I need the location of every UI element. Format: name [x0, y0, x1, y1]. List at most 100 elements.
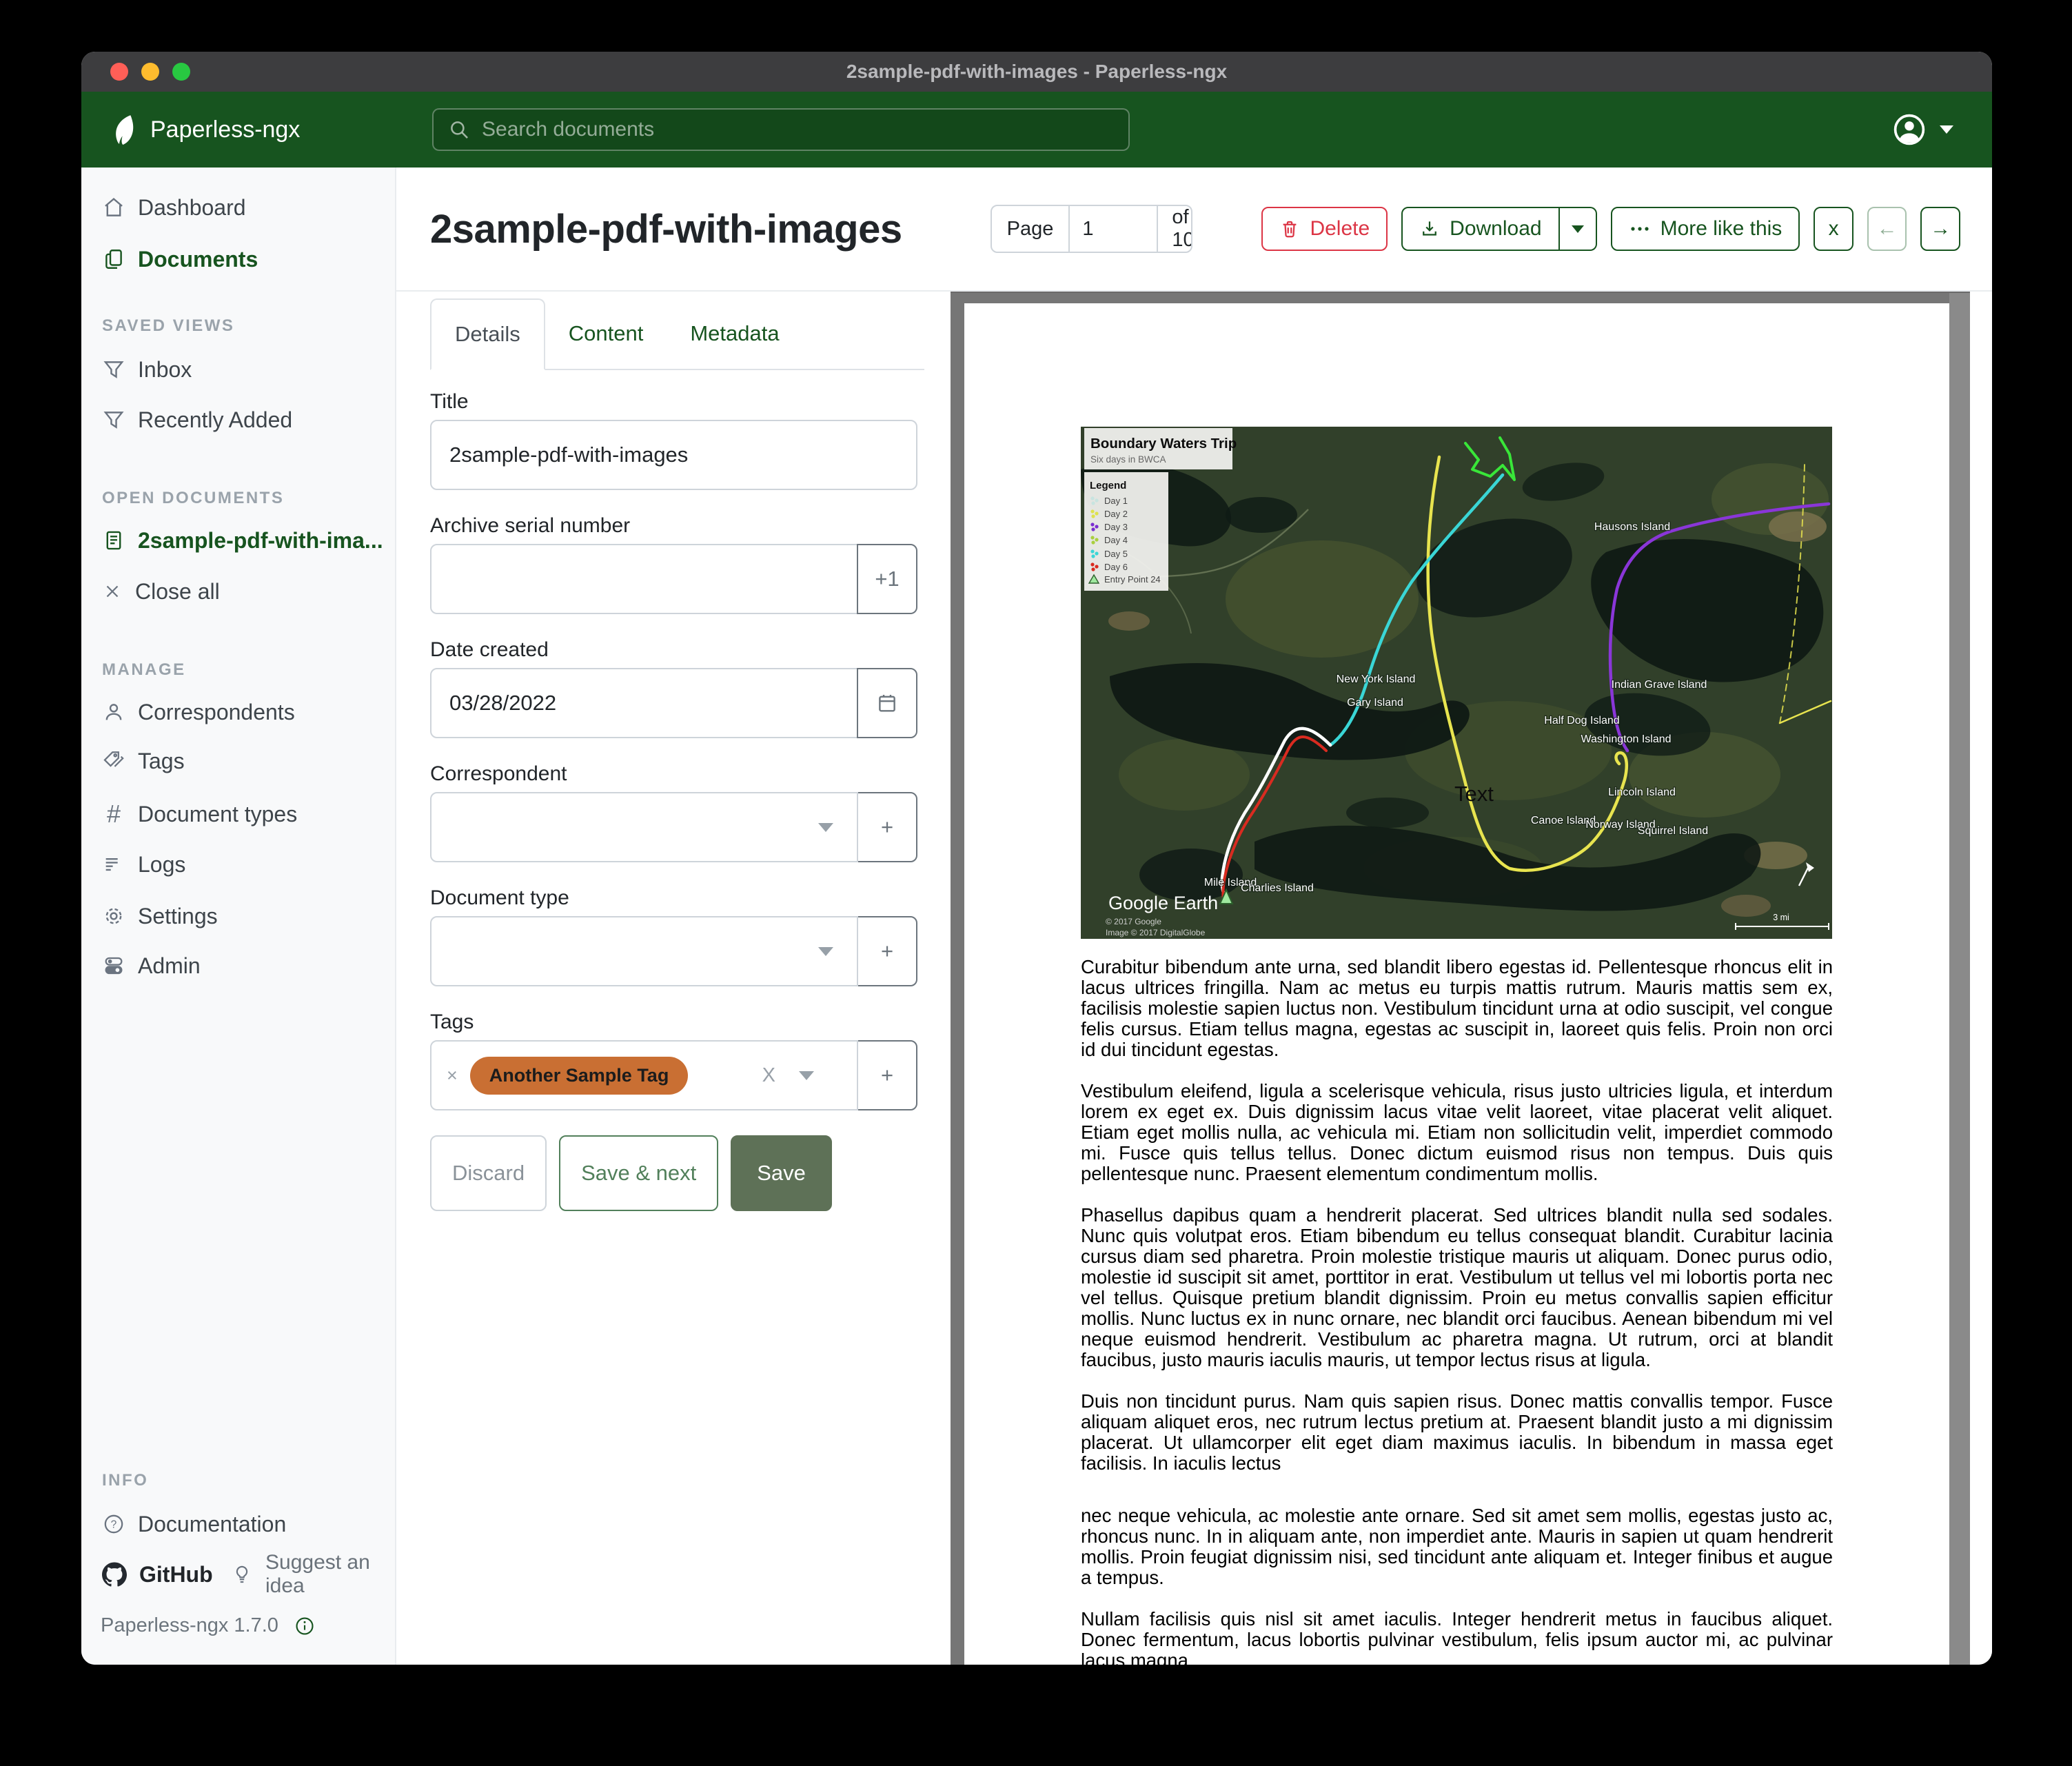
sidebar-item-settings[interactable]: Settings	[102, 900, 218, 933]
sidebar-item-close-all[interactable]: Close all	[102, 575, 220, 608]
map-legend: Legend Day 1 Day 2 Day 3 Day 4 Day 5 Day…	[1084, 472, 1168, 591]
svg-text:Hausons Island: Hausons Island	[1594, 521, 1670, 533]
clear-tags-icon[interactable]: X	[762, 1064, 775, 1087]
add-tag-button[interactable]: +	[857, 1040, 917, 1110]
more-like-this-button[interactable]: More like this	[1611, 207, 1800, 251]
correspondent-select[interactable]	[430, 792, 858, 862]
leaf-logo-icon	[110, 114, 138, 145]
zoom-window-button[interactable]	[172, 63, 190, 81]
date-created-input[interactable]	[430, 668, 858, 738]
download-icon	[1419, 219, 1440, 239]
tab-content[interactable]: Content	[545, 298, 667, 369]
document-type-select[interactable]	[430, 916, 858, 986]
sidebar-item-label: Tags	[138, 749, 185, 774]
sidebar-item-dashboard[interactable]: Dashboard	[102, 191, 246, 224]
close-window-button[interactable]	[110, 63, 128, 81]
sidebar-heading-open-documents: OPEN DOCUMENTS	[102, 489, 284, 508]
title-input[interactable]	[430, 420, 917, 490]
tag-chip[interactable]: Another Sample Tag	[470, 1057, 689, 1095]
documents-icon	[102, 247, 125, 271]
previous-page-button[interactable]: ←	[1867, 207, 1907, 251]
delete-label: Delete	[1310, 217, 1370, 241]
app-window: 2sample-pdf-with-images - Paperless-ngx …	[81, 52, 1992, 1665]
info-circle-icon[interactable]	[294, 1615, 316, 1637]
tags-select[interactable]: × Another Sample Tag X	[430, 1040, 858, 1110]
pdf-viewer[interactable]: Hausons Island New York Island Gary Isla…	[951, 292, 1970, 1665]
sidebar-heading-info: INFO	[102, 1471, 148, 1490]
pdf-paragraph: Curabitur bibendum ante urna, sed blandi…	[1081, 957, 1833, 1060]
sidebar-item-recently-added[interactable]: Recently Added	[102, 403, 292, 436]
page-number-input[interactable]	[1070, 206, 1157, 252]
svg-text:Lincoln Island: Lincoln Island	[1608, 786, 1676, 798]
remove-tag-icon[interactable]: ×	[447, 1065, 458, 1086]
user-menu-button[interactable]	[1891, 92, 1953, 168]
sidebar-item-documents[interactable]: Documents	[102, 243, 258, 276]
sidebar-item-inbox[interactable]: Inbox	[102, 353, 192, 386]
asn-field-label: Archive serial number	[430, 514, 917, 538]
sidebar-item-correspondents[interactable]: Correspondents	[102, 696, 295, 729]
page-label: Page	[992, 206, 1070, 252]
tab-bar: Details Content Metadata	[430, 298, 924, 370]
viewer-scrollbar[interactable]	[1949, 293, 1970, 1665]
brand[interactable]: Paperless-ngx	[110, 114, 300, 145]
dots-icon	[1629, 224, 1651, 234]
search-icon	[447, 118, 471, 141]
lightbulb-icon	[231, 1563, 253, 1585]
download-button[interactable]: Download	[1401, 207, 1559, 251]
tab-details[interactable]: Details	[430, 298, 545, 370]
sidebar-item-documentation[interactable]: ? Documentation	[102, 1508, 286, 1541]
question-circle-icon: ?	[102, 1512, 125, 1536]
tags-label: Tags	[430, 1010, 917, 1035]
close-document-button[interactable]: x	[1814, 207, 1853, 251]
version-label: Paperless-ngx 1.7.0	[101, 1614, 278, 1637]
add-correspondent-button[interactable]: +	[857, 792, 917, 862]
sidebar-item-logs[interactable]: Logs	[102, 848, 185, 881]
sidebar-heading-manage: MANAGE	[102, 660, 186, 680]
sidebar-item-label: Documentation	[138, 1512, 286, 1537]
sidebar-item-tags[interactable]: Tags	[102, 744, 185, 778]
calendar-icon	[875, 691, 899, 715]
arrow-left-icon: ←	[1877, 217, 1898, 241]
svg-text:Indian Grave Island: Indian Grave Island	[1612, 679, 1707, 691]
date-created-label: Date created	[430, 638, 917, 662]
asn-input[interactable]	[430, 544, 858, 614]
chevron-down-icon	[1940, 125, 1953, 134]
download-options-button[interactable]	[1560, 207, 1597, 251]
svg-text:Day 1: Day 1	[1104, 496, 1128, 506]
calendar-button[interactable]	[857, 668, 917, 738]
sidebar-item-github[interactable]: GitHub	[102, 1558, 213, 1591]
add-document-type-button[interactable]: +	[857, 916, 917, 986]
pdf-paragraph: Nullam facilisis quis nisl sit amet iacu…	[1081, 1609, 1833, 1665]
map-scale: 3 mi	[1773, 913, 1789, 922]
sidebar-item-admin[interactable]: Admin	[102, 949, 201, 982]
app-version: Paperless-ngx 1.7.0	[101, 1614, 316, 1637]
save-and-next-button[interactable]: Save & next	[559, 1135, 718, 1211]
search-input[interactable]	[480, 117, 1115, 142]
svg-text:Gary Island: Gary Island	[1347, 697, 1403, 709]
tab-metadata[interactable]: Metadata	[667, 298, 802, 369]
delete-button[interactable]: Delete	[1261, 207, 1388, 251]
sidebar-item-document-types[interactable]: # Document types	[102, 798, 297, 831]
sidebar-item-label: GitHub	[139, 1562, 213, 1587]
next-page-button[interactable]: →	[1920, 207, 1960, 251]
search-box	[432, 108, 1130, 151]
person-icon	[102, 700, 125, 724]
sidebar-item-label: Admin	[138, 953, 201, 979]
save-button[interactable]: Save	[731, 1135, 832, 1211]
svg-text:?: ?	[111, 1519, 117, 1531]
page-title: 2sample-pdf-with-images	[430, 206, 902, 252]
svg-text:Six days in BWCA: Six days in BWCA	[1090, 454, 1166, 465]
sidebar-item-label: Dashboard	[138, 195, 246, 221]
brand-label: Paperless-ngx	[150, 116, 300, 143]
caret-down-icon	[1572, 225, 1584, 233]
asn-increment-button[interactable]: +1	[857, 544, 917, 614]
navbar: Paperless-ngx	[81, 92, 1992, 168]
user-avatar-icon	[1891, 112, 1927, 148]
sidebar-item-suggest-idea[interactable]: Suggest an idea	[231, 1558, 395, 1591]
sidebar-item-open-document[interactable]: 2sample-pdf-with-ima...	[102, 524, 383, 557]
minimize-window-button[interactable]	[141, 63, 159, 81]
chevron-down-icon	[818, 947, 833, 956]
pdf-paragraph: Duis non tincidunt purus. Nam quis sapie…	[1081, 1391, 1833, 1474]
svg-text:Image © 2017 DigitalGlobe: Image © 2017 DigitalGlobe	[1106, 928, 1206, 937]
discard-button[interactable]: Discard	[430, 1135, 547, 1211]
